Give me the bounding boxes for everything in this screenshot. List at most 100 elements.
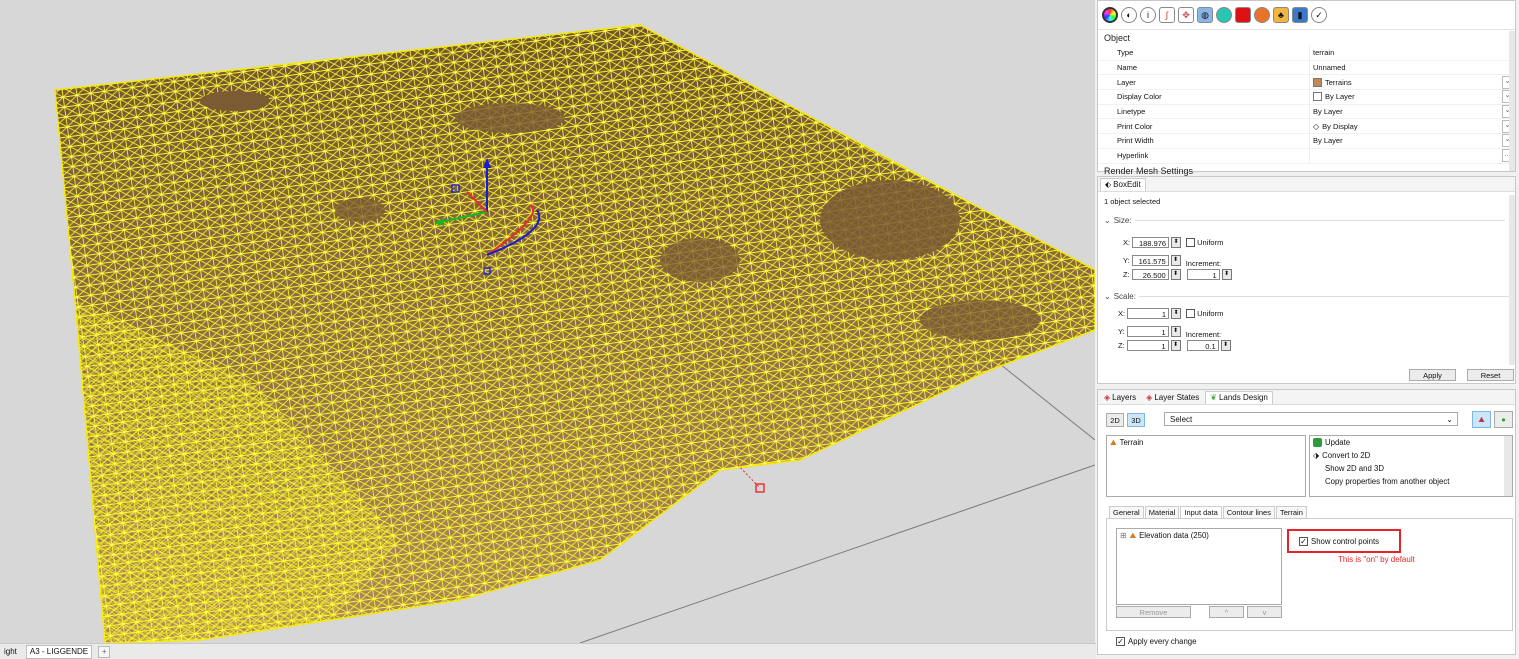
- subtab-input-data[interactable]: Input data: [1180, 506, 1222, 518]
- boxedit-panel: ⬖ BoxEdit 1 object selected ⌄ Size: X: 188.…: [1097, 176, 1516, 384]
- spinner-icon[interactable]: ⬍: [1171, 308, 1182, 319]
- show-control-points-checkbox[interactable]: ✓: [1299, 537, 1308, 546]
- viewport-tab-layout[interactable]: A3 - LIGGENDE: [25, 644, 93, 659]
- name-field[interactable]: Unnamed: [1313, 63, 1346, 72]
- list-item-label: Terrain: [1119, 438, 1144, 447]
- expand-icon[interactable]: ⊞: [1120, 531, 1127, 540]
- grid-line: [994, 359, 1095, 441]
- spinner-icon[interactable]: ⬍: [1170, 269, 1181, 280]
- scale-x-input[interactable]: 1: [1127, 308, 1170, 319]
- list-item-terrain[interactable]: ⛰ Terrain: [1107, 436, 1305, 449]
- scale-z-input[interactable]: 1: [1126, 340, 1169, 351]
- tree-item-elevation[interactable]: ⊞ ⛰ Elevation data (250): [1117, 529, 1281, 542]
- tab-layers[interactable]: ◈ Layers: [1100, 392, 1140, 404]
- chevron-down-icon: ⌄: [1446, 415, 1453, 424]
- size-y-input[interactable]: 161.575: [1131, 255, 1169, 266]
- properties-scrollbar[interactable]: [1509, 31, 1515, 171]
- edit-icon[interactable]: ✥: [1178, 7, 1194, 23]
- spinner-icon[interactable]: ⬍: [1170, 326, 1181, 337]
- subtab-terrain[interactable]: Terrain: [1275, 506, 1307, 518]
- tab-label: BoxEdit: [1113, 180, 1141, 189]
- subtab-contour-lines[interactable]: Contour lines: [1222, 506, 1275, 518]
- uniform-label: Uniform: [1197, 309, 1224, 318]
- object-icon[interactable]: ◐: [1121, 7, 1137, 23]
- command-show-2d-3d[interactable]: Show 2D and 3D: [1310, 462, 1512, 475]
- tab-layer-states[interactable]: ◈ Layer States: [1142, 392, 1203, 404]
- subtab-general[interactable]: General: [1109, 506, 1144, 518]
- properties-panel: ◐ i ∫ ✥ ◍ ♣ ▮ ✓ Object Type terrain Name…: [1097, 0, 1516, 176]
- selection-status: 1 object selected: [1104, 197, 1161, 206]
- size-z-input[interactable]: 26.500: [1131, 269, 1169, 280]
- info-icon[interactable]: i: [1140, 7, 1156, 23]
- decal-icon[interactable]: [1254, 7, 1270, 23]
- show-control-points-label: Show control points: [1311, 537, 1380, 546]
- spinner-icon[interactable]: ⬍: [1170, 255, 1181, 266]
- reset-button[interactable]: Reset: [1467, 369, 1514, 381]
- hat-icon[interactable]: ♣: [1273, 7, 1289, 23]
- terrain-hole: [660, 238, 740, 282]
- increment-label: Increment:: [1185, 330, 1222, 339]
- color-icon[interactable]: [1235, 7, 1251, 23]
- terrain-tool-button[interactable]: ⛰: [1472, 411, 1491, 428]
- move-down-button[interactable]: v: [1247, 606, 1282, 618]
- boxedit-scrollbar[interactable]: [1509, 195, 1515, 365]
- terrain-hole: [920, 300, 1040, 340]
- mode-2d-button[interactable]: 2D: [1106, 413, 1124, 427]
- command-scrollbar[interactable]: [1504, 436, 1512, 496]
- add-tab-icon[interactable]: +: [98, 645, 111, 658]
- check-icon[interactable]: ✓: [1311, 7, 1327, 23]
- property-row-linetype[interactable]: Linetype By Layer ⌄: [1098, 104, 1515, 120]
- command-convert-2d[interactable]: ⬗ Convert to 2D: [1310, 449, 1512, 462]
- scale-increment-input[interactable]: 0.1: [1186, 340, 1219, 351]
- render-mesh-section-title[interactable]: Render Mesh Settings: [1098, 164, 1515, 177]
- viewport-tab-right[interactable]: ight: [1, 646, 20, 658]
- render-icon[interactable]: ◍: [1197, 7, 1213, 23]
- command-update[interactable]: Update: [1310, 436, 1512, 449]
- property-row-display-color[interactable]: Display Color By Layer ⌄: [1098, 90, 1515, 105]
- scale-group[interactable]: ⌄ Scale:: [1104, 292, 1509, 301]
- uniform-scale-checkbox[interactable]: [1186, 309, 1196, 318]
- apply-every-change-row[interactable]: ✓ Apply every change: [1116, 637, 1196, 646]
- spinner-icon[interactable]: ⬍: [1170, 340, 1181, 351]
- size-x-input[interactable]: 188.976: [1132, 237, 1170, 248]
- command-label: Copy properties from another object: [1325, 477, 1450, 486]
- increment-label: Increment:: [1185, 259, 1222, 268]
- property-row-print-width[interactable]: Print Width By Layer ⌄: [1098, 134, 1515, 149]
- size-increment-input[interactable]: 1: [1186, 269, 1220, 280]
- spinner-icon[interactable]: ⬍: [1221, 269, 1232, 280]
- command-copy-properties[interactable]: Copy properties from another object: [1310, 475, 1512, 488]
- move-up-button[interactable]: ^: [1209, 606, 1244, 618]
- command-list[interactable]: Update ⬗ Convert to 2D Show 2D and 3D Cop…: [1309, 435, 1513, 497]
- texture-icon[interactable]: [1216, 7, 1232, 23]
- command-select[interactable]: Select ⌄: [1164, 412, 1458, 426]
- input-data-tree[interactable]: ⊞ ⛰ Elevation data (250): [1116, 528, 1282, 605]
- spinner-icon[interactable]: ⬍: [1171, 237, 1182, 248]
- add-tool-button[interactable]: ●: [1494, 411, 1513, 428]
- callout-note: This is "on" by default: [1338, 555, 1415, 564]
- subtab-material[interactable]: Material: [1144, 506, 1180, 518]
- tab-label: Layers: [1112, 393, 1137, 402]
- property-row-print-color[interactable]: Print Color ◇ By Display ⌄: [1098, 119, 1515, 135]
- 3d-viewport[interactable]: [0, 0, 1095, 643]
- material-icon[interactable]: [1102, 7, 1118, 23]
- property-row-layer[interactable]: Layer Terrains ⌄: [1098, 75, 1515, 91]
- property-row-type: Type terrain: [1098, 46, 1515, 61]
- properties-toolbar: ◐ i ∫ ✥ ◍ ♣ ▮ ✓: [1098, 1, 1515, 30]
- cube-icon[interactable]: ▮: [1292, 7, 1308, 23]
- display-color-swatch: [1313, 92, 1322, 102]
- property-row-hyperlink[interactable]: Hyperlink …: [1098, 148, 1515, 164]
- apply-button[interactable]: Apply: [1409, 369, 1456, 381]
- size-group[interactable]: ⌄ Size:: [1104, 216, 1505, 225]
- spinner-icon[interactable]: ⬍: [1220, 340, 1231, 351]
- remove-button[interactable]: Remove: [1116, 606, 1191, 618]
- tab-boxedit[interactable]: ⬖ BoxEdit: [1100, 178, 1146, 191]
- uniform-size-checkbox[interactable]: [1186, 238, 1196, 247]
- tab-lands-design[interactable]: ❦ Lands Design: [1205, 391, 1273, 404]
- mode-3d-button[interactable]: 3D: [1127, 413, 1145, 427]
- apply-every-change-checkbox[interactable]: ✓: [1116, 637, 1125, 646]
- diamond-icon: ◇: [1313, 121, 1320, 131]
- object-list[interactable]: ⛰ Terrain: [1106, 435, 1306, 497]
- curve-icon[interactable]: ∫: [1159, 7, 1175, 23]
- scale-y-input[interactable]: 1: [1126, 326, 1169, 337]
- show-control-points-row[interactable]: ✓ Show control points: [1299, 537, 1379, 546]
